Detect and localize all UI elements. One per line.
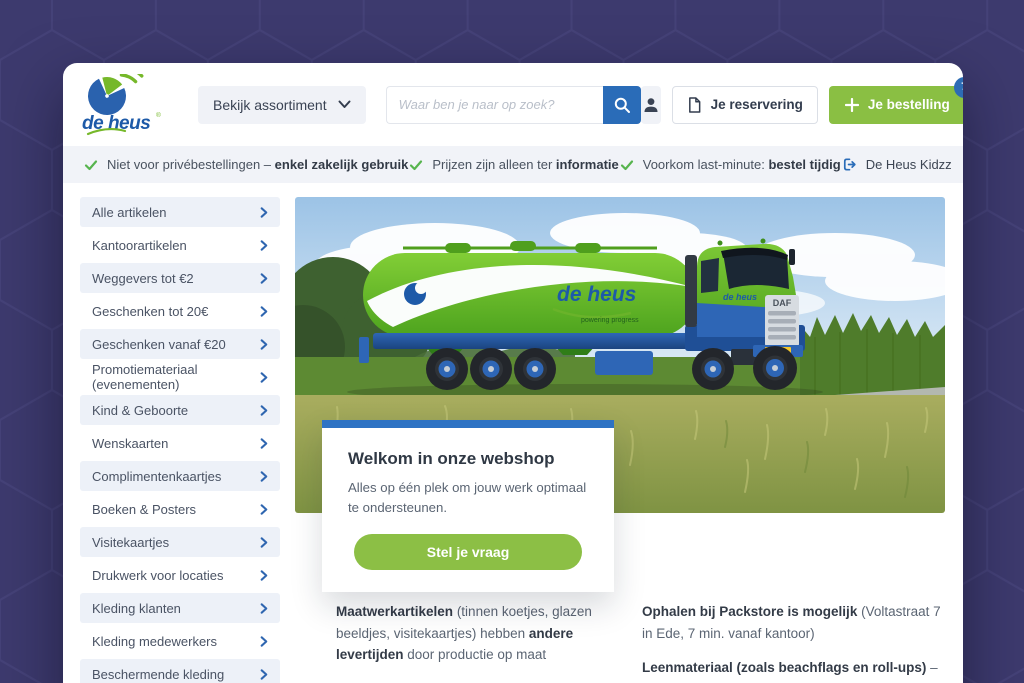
document-icon — [687, 96, 702, 114]
reservation-label: Je reservering — [711, 97, 803, 112]
de-heus-logo[interactable]: de heus ® — [80, 74, 184, 136]
sidebar-item-beschermende-kleding[interactable]: Beschermende kleding — [80, 659, 280, 683]
sidebar-item-kantoorartikelen[interactable]: Kantoorartikelen — [80, 230, 280, 260]
chevron-right-icon — [257, 437, 270, 450]
chevron-right-icon — [257, 272, 270, 285]
chevron-right-icon — [257, 536, 270, 549]
sidebar-item-label: Alle artikelen — [92, 205, 166, 220]
notice-text: Voorkom last-minute: bestel tijdig — [643, 157, 841, 172]
sidebar-item-label: Weggevers tot €2 — [92, 271, 194, 286]
chevron-right-icon — [257, 668, 270, 681]
chevron-right-icon — [257, 503, 270, 516]
external-link-icon — [841, 156, 858, 173]
notice-item: Prijzen zijn alleen ter informatie — [408, 157, 618, 173]
chevron-right-icon — [257, 404, 270, 417]
search-button[interactable] — [603, 86, 641, 124]
info-paragraph: Leenmateriaal (zoals beachflags en roll-… — [642, 657, 945, 683]
sidebar-item-kind-geboorte[interactable]: Kind & Geboorte — [80, 395, 280, 425]
sidebar-item-wenskaarten[interactable]: Wenskaarten — [80, 428, 280, 458]
welcome-title: Welkom in onze webshop — [348, 449, 588, 469]
chevron-right-icon — [257, 569, 270, 582]
notice-item: Voorkom last-minute: bestel tijdig — [619, 157, 841, 173]
info-section: Maatwerkartikelen (tinnen koetjes, glaze… — [295, 601, 945, 683]
main-panel: de heus powering progress — [295, 197, 945, 683]
info-paragraph: Ophalen bij Packstore is mogelijk (Volta… — [642, 601, 945, 644]
notice-bar: Niet voor privébestellingen – enkel zake… — [63, 146, 963, 183]
sidebar-item-label: Kind & Geboorte — [92, 403, 188, 418]
check-icon — [408, 157, 424, 173]
trailer-wheels — [426, 348, 556, 390]
cab-brand-text: de heus — [723, 292, 757, 302]
sidebar-item-label: Complimentenkaartjes — [92, 469, 221, 484]
sidebar-item-boeken-posters[interactable]: Boeken & Posters — [80, 494, 280, 524]
welcome-card: Welkom in onze webshop Alles op één plek… — [322, 420, 614, 592]
user-icon — [641, 95, 661, 115]
de-heus-logo-icon: de heus ® — [80, 74, 180, 136]
sidebar-item-label: Kleding klanten — [92, 601, 181, 616]
search-input[interactable] — [386, 86, 603, 124]
ask-question-button[interactable]: Stel je vraag — [354, 534, 582, 570]
sidebar-item-label: Geschenken tot 20€ — [92, 304, 208, 319]
chevron-right-icon — [257, 206, 270, 219]
order-count-badge: 7 — [954, 77, 963, 98]
sidebar-item-label: Wenskaarten — [92, 436, 168, 451]
logo-wordmark: de heus — [82, 113, 150, 134]
sidebar-item-weggevers-tot-2[interactable]: Weggevers tot €2 — [80, 263, 280, 293]
info-column-right: Ophalen bij Packstore is mogelijk (Volta… — [642, 601, 945, 683]
sidebar-item-geschenken-tot-20[interactable]: Geschenken tot 20€ — [80, 296, 280, 326]
chevron-right-icon — [257, 635, 270, 648]
notice-item: Niet voor privébestellingen – enkel zake… — [83, 157, 408, 173]
account-button[interactable] — [641, 86, 661, 124]
sidebar-item-kleding-klanten[interactable]: Kleding klanten — [80, 593, 280, 623]
sidebar-item-label: Geschenken vanaf €20 — [92, 337, 226, 352]
chevron-right-icon — [257, 371, 270, 384]
plus-icon — [845, 98, 859, 112]
assortment-dropdown[interactable]: Bekijk assortiment — [198, 86, 366, 124]
chevron-right-icon — [257, 338, 270, 351]
sidebar-item-kleding-medewerkers[interactable]: Kleding medewerkers — [80, 626, 280, 656]
sidebar-item-label: Visitekaartjes — [92, 535, 169, 550]
sidebar-item-drukwerk-voor-locaties[interactable]: Drukwerk voor locaties — [80, 560, 280, 590]
category-sidebar: Alle artikelen Kantoorartikelen Weggevers … — [80, 197, 280, 683]
notice-text: Prijzen zijn alleen ter informatie — [432, 157, 618, 172]
chevron-down-icon — [338, 100, 351, 109]
search-icon — [613, 96, 631, 114]
notice-text: Niet voor privébestellingen – enkel zake… — [107, 157, 408, 172]
logo-registered-mark: ® — [156, 111, 161, 119]
sidebar-item-label: Beschermende kleding — [92, 667, 224, 682]
search-bar — [386, 86, 641, 124]
order-label: Je bestelling — [868, 97, 950, 112]
order-button[interactable]: Je bestelling 7 — [829, 86, 963, 124]
chevron-right-icon — [257, 305, 270, 318]
chevron-right-icon — [257, 239, 270, 252]
reservation-button[interactable]: Je reservering — [672, 86, 818, 124]
content-area: Alle artikelen Kantoorartikelen Weggevers … — [63, 183, 963, 683]
info-paragraph: Alle relatiegeschenken en weggevers ligg… — [336, 679, 622, 683]
kidzz-link[interactable]: De Heus Kidzz — [841, 156, 952, 173]
sidebar-item-label: Boeken & Posters — [92, 502, 196, 517]
truck-brand-text: de heus — [557, 283, 636, 306]
chevron-right-icon — [257, 470, 270, 483]
webshop-window: de heus ® Bekijk assortiment — [63, 63, 963, 683]
sidebar-item-visitekaartjes[interactable]: Visitekaartjes — [80, 527, 280, 557]
check-icon — [83, 157, 99, 173]
sidebar-item-promotiemateriaal-evenementen[interactable]: Promotiemateriaal (evenementen) — [80, 362, 280, 392]
sidebar-item-label: Kantoorartikelen — [92, 238, 187, 253]
info-paragraph: Maatwerkartikelen (tinnen koetjes, glaze… — [336, 601, 622, 666]
grille-brand-text: DAF — [773, 298, 792, 308]
sidebar-item-label: Drukwerk voor locaties — [92, 568, 224, 583]
sidebar-item-complimentenkaartjes[interactable]: Complimentenkaartjes — [80, 461, 280, 491]
sidebar-item-alle-artikelen[interactable]: Alle artikelen — [80, 197, 280, 227]
chevron-right-icon — [257, 602, 270, 615]
welcome-body: Alles op één plek om jouw werk optimaal … — [348, 478, 588, 519]
truck-tagline-text: powering progress — [581, 317, 639, 324]
notice-text: De Heus Kidzz — [866, 157, 952, 172]
header: de heus ® Bekijk assortiment — [63, 63, 963, 146]
sidebar-item-label: Kleding medewerkers — [92, 634, 217, 649]
check-icon — [619, 157, 635, 173]
sidebar-item-label: Promotiemateriaal (evenementen) — [92, 362, 257, 392]
sidebar-item-geschenken-vanaf-20[interactable]: Geschenken vanaf €20 — [80, 329, 280, 359]
info-column-left: Maatwerkartikelen (tinnen koetjes, glaze… — [336, 601, 622, 683]
assortment-label: Bekijk assortiment — [213, 97, 327, 113]
